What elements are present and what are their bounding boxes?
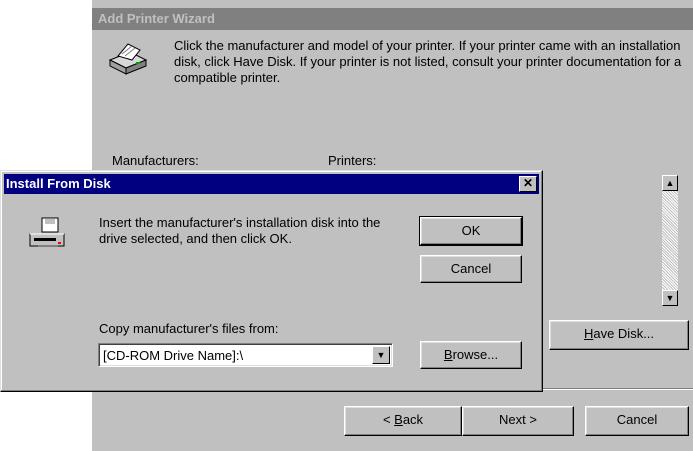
manufacturers-label: Manufacturers:	[112, 153, 199, 168]
dialog-cancel-button[interactable]: Cancel	[420, 255, 522, 283]
copy-from-combobox[interactable]: [CD-ROM Drive Name]:\ ▼	[98, 343, 393, 367]
have-disk-mnemonic: H	[583, 326, 594, 341]
printers-label: Printers:	[328, 153, 377, 168]
browse-button[interactable]: Browse...	[420, 341, 522, 369]
close-icon[interactable]: ✕	[519, 176, 537, 192]
have-disk-label: ave Disk...	[593, 326, 655, 341]
copy-from-label: Copy manufacturer's files from:	[99, 321, 279, 336]
disk-drive-icon	[28, 216, 66, 253]
dialog-message: Insert the manufacturer's installation d…	[99, 215, 381, 246]
chevron-down-icon[interactable]: ▼	[372, 346, 390, 364]
printers-scrollbar[interactable]: ▲ ▼	[662, 175, 678, 306]
have-disk-button[interactable]: Have Disk...	[549, 320, 689, 350]
browse-label: rowse...	[452, 347, 499, 362]
back-mnemonic: B	[394, 412, 403, 427]
wizard-title-bar: Add Printer Wizard	[92, 8, 693, 30]
next-button[interactable]: Next >	[462, 406, 574, 436]
back-arrow-text: <	[382, 412, 395, 427]
wizard-cancel-button[interactable]: Cancel	[585, 406, 689, 436]
back-label: ack	[402, 412, 424, 427]
back-button[interactable]: < Back	[344, 406, 462, 436]
dialog-title-bar: Install From Disk ✕	[4, 174, 539, 194]
browse-mnemonic: B	[443, 347, 453, 362]
ok-button[interactable]: OK	[419, 216, 523, 246]
dialog-title: Install From Disk	[6, 176, 111, 191]
install-from-disk-dialog: Install From Disk ✕ Insert the manufactu…	[0, 170, 543, 392]
scroll-down-arrow-icon[interactable]: ▼	[662, 290, 678, 306]
printer-icon	[106, 38, 150, 81]
copy-from-path-value: [CD-ROM Drive Name]:\	[103, 348, 244, 363]
wizard-description: Click the manufacturer and model of your…	[174, 38, 682, 85]
scroll-up-arrow-icon[interactable]: ▲	[662, 175, 678, 191]
